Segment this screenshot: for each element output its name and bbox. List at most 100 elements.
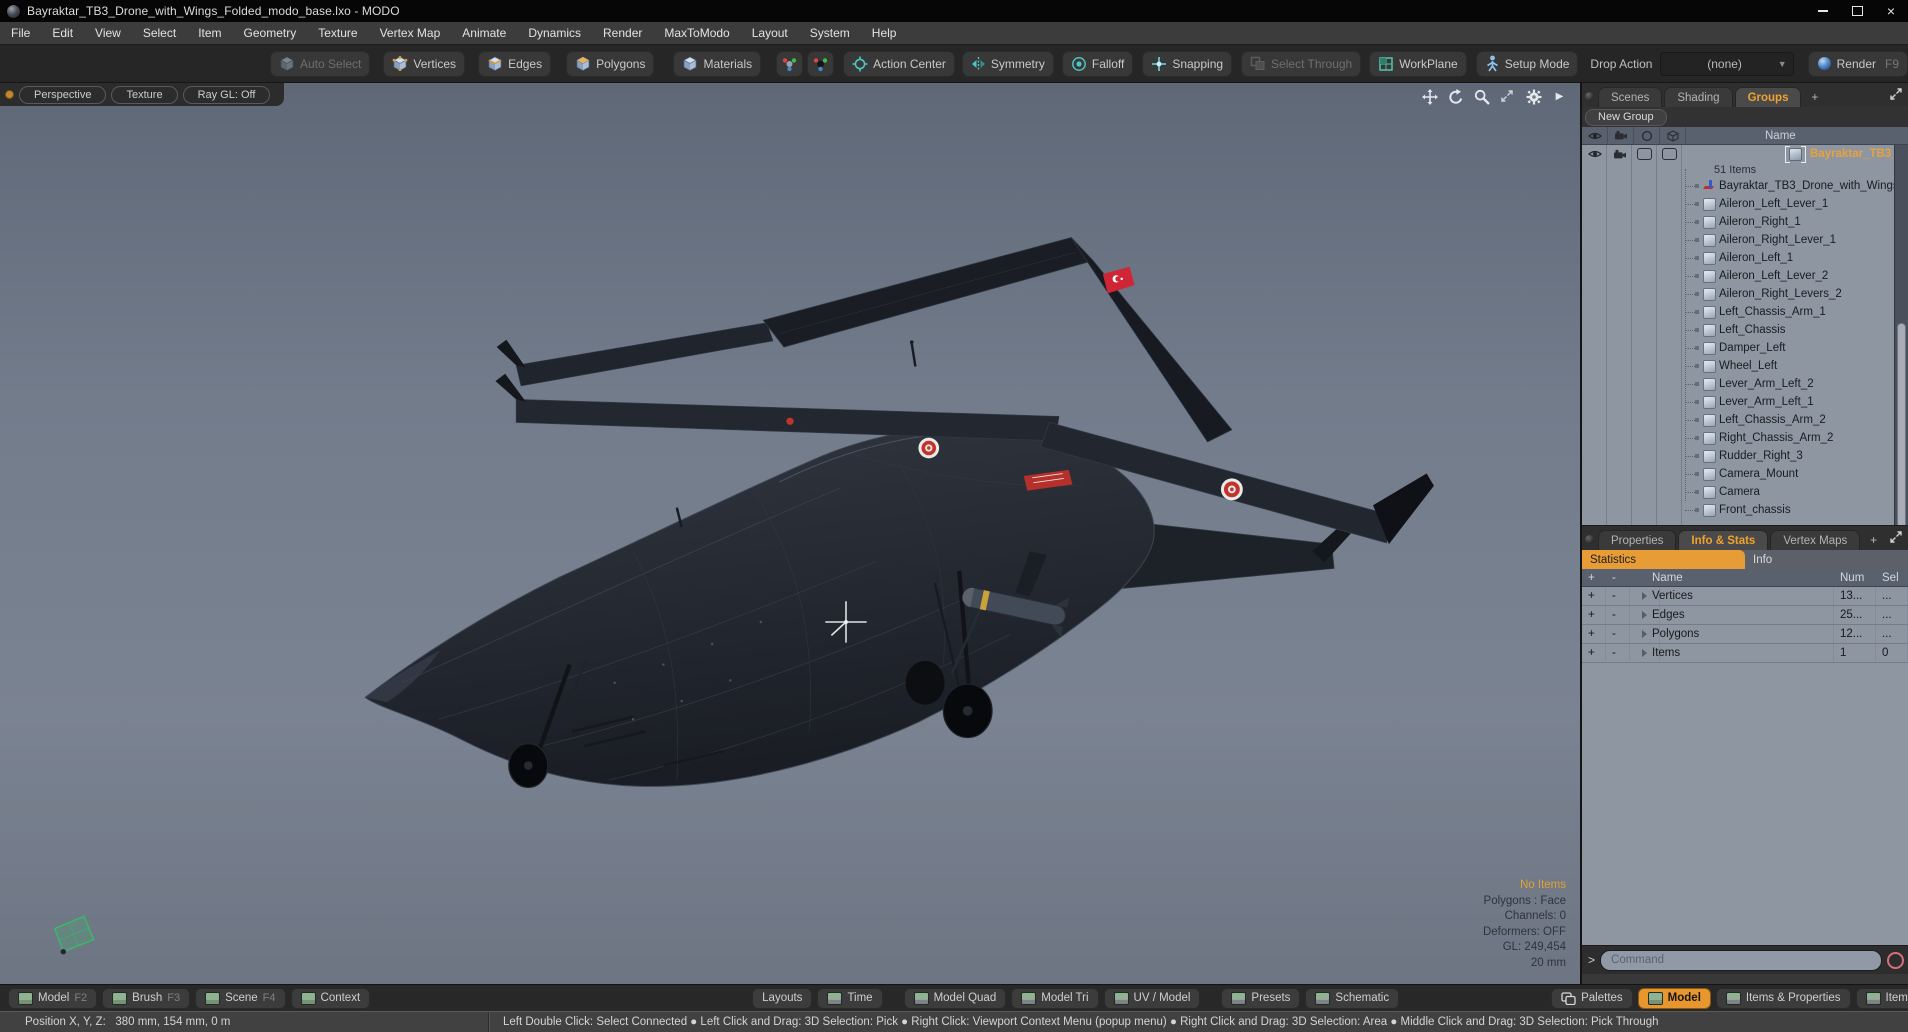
- expand-all-column[interactable]: +: [1582, 572, 1606, 584]
- menu-texture[interactable]: Texture: [307, 22, 368, 44]
- maximize-viewport-icon[interactable]: [1499, 88, 1516, 105]
- new-group-button[interactable]: New Group: [1585, 108, 1667, 126]
- presets-button[interactable]: Presets: [1221, 987, 1301, 1009]
- stats-row-edges[interactable]: + - Edges 25... ...: [1582, 606, 1908, 625]
- viewport-widget-dot-icon[interactable]: [5, 90, 14, 99]
- menu-geometry[interactable]: Geometry: [233, 22, 308, 44]
- render-column-camera-icon[interactable]: [1608, 127, 1634, 144]
- menu-maxtomodo[interactable]: MaxToModo: [653, 22, 740, 44]
- stats-row-polygons[interactable]: + - Polygons 12... ...: [1582, 625, 1908, 644]
- menu-view[interactable]: View: [84, 22, 132, 44]
- lock-column-icon[interactable]: [1634, 127, 1660, 144]
- subtab-info[interactable]: Info: [1745, 550, 1908, 569]
- tab-info-stats[interactable]: Info & Stats: [1678, 530, 1769, 550]
- list-item[interactable]: Aileron_Left_Lever_1: [1582, 195, 1908, 213]
- collapse-button[interactable]: -: [1606, 587, 1630, 605]
- list-item[interactable]: Left_Chassis_Arm_1: [1582, 303, 1908, 321]
- collapse-button[interactable]: -: [1606, 625, 1630, 643]
- stats-row-vertices[interactable]: + - Vertices 13... ...: [1582, 587, 1908, 606]
- tab-shading[interactable]: Shading: [1664, 87, 1733, 107]
- viewport-3d[interactable]: Perspective Texture Ray GL: Off ▶ No Ite…: [0, 83, 1580, 984]
- menu-file[interactable]: File: [0, 22, 41, 44]
- render-button[interactable]: Render F9: [1807, 50, 1908, 77]
- minimize-button[interactable]: [1806, 0, 1840, 22]
- list-scrollbar[interactable]: [1894, 145, 1908, 525]
- command-input[interactable]: [1600, 949, 1882, 971]
- workspace-model-button[interactable]: Model: [1637, 987, 1711, 1009]
- list-item[interactable]: Damper_Left: [1582, 339, 1908, 357]
- model-tri-button[interactable]: Model Tri: [1011, 987, 1099, 1009]
- element-action-center-button[interactable]: [776, 50, 804, 77]
- list-item[interactable]: Bayraktar_TB3_Drone_with_Wings ...: [1582, 177, 1908, 195]
- list-item[interactable]: Aileron_Left_Lever_2: [1582, 267, 1908, 285]
- menu-vertex-map[interactable]: Vertex Map: [369, 22, 452, 44]
- add-tab-button[interactable]: +: [1862, 531, 1885, 550]
- gear-icon[interactable]: [1525, 88, 1542, 105]
- model-quad-button[interactable]: Model Quad: [903, 987, 1007, 1009]
- list-item[interactable]: Camera_Mount: [1582, 465, 1908, 483]
- layout-scene-button[interactable]: Scene F4: [195, 987, 286, 1009]
- layouts-button[interactable]: Layouts: [752, 987, 813, 1009]
- time-button[interactable]: Time: [817, 987, 883, 1009]
- add-tab-button[interactable]: +: [1803, 88, 1826, 107]
- select-through-button[interactable]: Select Through: [1241, 50, 1362, 77]
- tab-vertex-maps[interactable]: Vertex Maps: [1770, 530, 1861, 550]
- collapse-button[interactable]: -: [1606, 606, 1630, 624]
- list-item[interactable]: Lever_Arm_Left_2: [1582, 375, 1908, 393]
- action-center-button[interactable]: Action Center: [843, 50, 955, 77]
- collapse-button[interactable]: -: [1606, 644, 1630, 662]
- list-item[interactable]: Camera: [1582, 483, 1908, 501]
- layout-model-button[interactable]: Model F2: [8, 987, 98, 1009]
- tab-properties[interactable]: Properties: [1598, 530, 1677, 550]
- panel-widget-dot-icon[interactable]: [1585, 92, 1594, 101]
- scrollbar-thumb[interactable]: [1897, 323, 1906, 525]
- list-item[interactable]: Lever_Arm_Left_1: [1582, 393, 1908, 411]
- group-toggle-box-icon[interactable]: [1632, 145, 1657, 163]
- list-item[interactable]: Aileron_Right_Levers_2: [1582, 285, 1908, 303]
- menu-dynamics[interactable]: Dynamics: [517, 22, 592, 44]
- menu-edit[interactable]: Edit: [41, 22, 84, 44]
- drop-action-dropdown[interactable]: (none) ▼: [1660, 51, 1794, 76]
- menu-render[interactable]: Render: [592, 22, 653, 44]
- snapping-button[interactable]: Snapping: [1142, 50, 1233, 77]
- menu-select[interactable]: Select: [132, 22, 187, 44]
- falloff-button[interactable]: Falloff: [1061, 50, 1134, 77]
- list-item[interactable]: Left_Chassis_Arm_2: [1582, 411, 1908, 429]
- expand-button[interactable]: +: [1582, 606, 1606, 624]
- group-row[interactable]: Bayraktar_TB3_Drone_with_Wi ...: [1582, 145, 1908, 163]
- subtab-statistics[interactable]: Statistics: [1582, 550, 1745, 569]
- eye-icon[interactable]: [1582, 145, 1607, 163]
- list-item[interactable]: Aileron_Right_Lever_1: [1582, 231, 1908, 249]
- maximize-button[interactable]: [1840, 0, 1874, 22]
- expand-button[interactable]: +: [1582, 644, 1606, 662]
- items-properties-button[interactable]: Items & Properties: [1715, 987, 1851, 1009]
- expand-button[interactable]: +: [1582, 587, 1606, 605]
- expand-panel-icon[interactable]: [1890, 88, 1903, 106]
- vertices-button[interactable]: Vertices: [383, 50, 466, 77]
- edges-button[interactable]: Edges: [478, 50, 552, 77]
- list-item[interactable]: Aileron_Right_1: [1582, 213, 1908, 231]
- items-groups-button[interactable]: Items & Groups: [1855, 987, 1908, 1009]
- list-item[interactable]: Rudder_Right_3: [1582, 447, 1908, 465]
- viewport-menu-arrow-icon[interactable]: ▶: [1551, 88, 1568, 105]
- close-button[interactable]: ×: [1874, 0, 1908, 22]
- menu-item[interactable]: Item: [187, 22, 232, 44]
- tab-perspective[interactable]: Perspective: [19, 85, 107, 104]
- expand-panel-icon[interactable]: [1890, 531, 1903, 549]
- menu-system[interactable]: System: [799, 22, 861, 44]
- tab-ray-gl[interactable]: Ray GL: Off: [182, 85, 271, 104]
- uv-model-button[interactable]: UV / Model: [1103, 987, 1201, 1009]
- list-item[interactable]: Aileron_Left_1: [1582, 249, 1908, 267]
- list-item[interactable]: Wheel_Left: [1582, 357, 1908, 375]
- auto-select-button[interactable]: Auto Select: [270, 50, 371, 77]
- list-item[interactable]: Right_Chassis_Arm_2: [1582, 429, 1908, 447]
- panel-widget-dot-icon[interactable]: [1585, 535, 1594, 544]
- orbit-icon[interactable]: [1447, 88, 1464, 105]
- layout-brush-button[interactable]: Brush F3: [102, 987, 191, 1009]
- visibility-column-eye-icon[interactable]: [1582, 127, 1608, 144]
- tab-scenes[interactable]: Scenes: [1598, 87, 1663, 107]
- palettes-button[interactable]: Palettes: [1551, 987, 1633, 1009]
- pan-icon[interactable]: [1421, 88, 1438, 105]
- list-item[interactable]: Left_Chassis: [1582, 321, 1908, 339]
- menu-layout[interactable]: Layout: [741, 22, 799, 44]
